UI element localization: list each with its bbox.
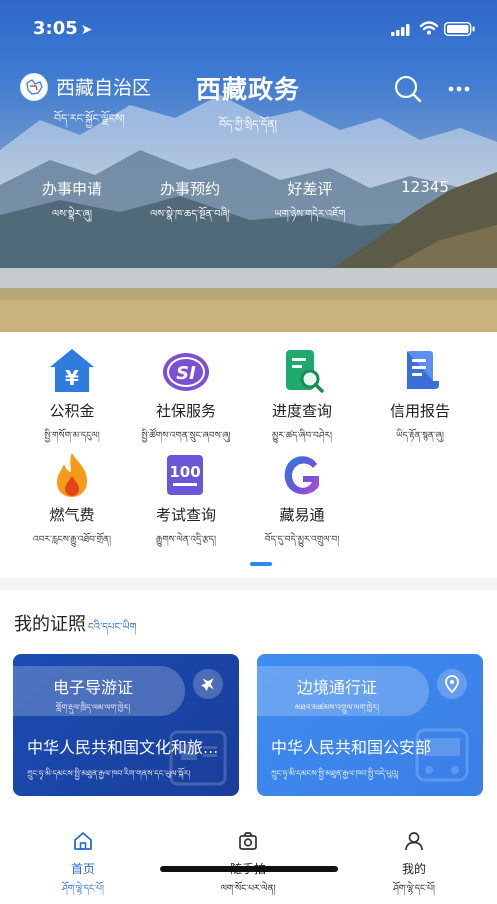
gas-fee-icon (57, 453, 87, 497)
svg-text:100: 100 (169, 463, 200, 481)
location-pin-icon (445, 675, 459, 694)
credit-report-icon (407, 351, 439, 389)
home-indicator (160, 866, 338, 872)
certificate-card-tour-guide[interactable]: 电子导游证 གློག་རྡུལ་ཁྲིད་ལམ་ལག་ཁྱེར། 中华人民共和国… (13, 654, 239, 796)
certificate-issuer: 中华人民共和国公安部 (271, 738, 432, 757)
status-time: 3:05 ➤ (33, 18, 93, 39)
zangyitong-icon (284, 456, 319, 495)
social-security-icon: SI (163, 353, 209, 391)
service-progress-query[interactable]: 进度查询 མྱུར་ཚད་ཞིབ་བཤེར། (247, 346, 357, 451)
svg-text:¥: ¥ (65, 366, 79, 390)
certificate-issuer-tibetan: ཀྲུང་ཧྭ་མི་དམངས་སྤྱི་མཐུན་རྒྱལ་ཁབ་རིག་གན… (27, 769, 191, 778)
person-icon (405, 832, 423, 851)
bottom-tab-bar: 首页 ཤོག་ལྷེ་དང་པོ། 随手拍 ལག་སོང་པར་ལེན། 我的 … (0, 820, 497, 894)
certificate-type-badge (437, 669, 467, 699)
service-credit-report[interactable]: 信用报告 ཡིད་རྟོན་སྙན་ཞུ། (365, 346, 475, 451)
app-title-tibetan: བོད་ཀྱི་སྲིད་དོན། (218, 118, 278, 131)
search-icon (394, 75, 422, 103)
page-indicator (250, 562, 272, 566)
progress-query-icon (286, 350, 324, 393)
status-bar: 3:05 ➤ (0, 0, 497, 58)
service-housing-fund[interactable]: ¥ 公积金 སྤྱི་གསོག་མ་དངུལ། (17, 346, 127, 451)
certificate-issuer-tibetan: ཀྲུང་ཧྭ་མི་དམངས་སྤྱི་མཐུན་རྒྱལ་ཁབ་སྤྱི་བ… (271, 769, 399, 778)
quick-link-appointment[interactable]: 办事预约 ལས་སྣེ་ཁ་ཆད་སྔོན་བཞི། (141, 178, 239, 231)
app-title: 西藏政务 (195, 75, 300, 104)
battery-icon (444, 22, 475, 36)
search-button[interactable] (393, 74, 423, 104)
airplane-icon (200, 678, 214, 692)
region-name-tibetan: བོད་རང་སྐྱོང་ལྗོངས། (54, 112, 125, 125)
tab-home[interactable]: 首页 ཤོག་ལྷེ་དང་པོ། (33, 830, 133, 904)
wifi-icon (419, 21, 439, 35)
home-icon (74, 832, 92, 850)
location-arrow-icon: ➤ (80, 22, 93, 38)
svg-text:SI: SI (176, 363, 196, 384)
quick-link-hotline[interactable]: 12345 (396, 178, 454, 200)
housing-fund-icon: ¥ (50, 349, 94, 392)
service-social-security[interactable]: SI 社保服务 སྤྱི་ཚོགས་འགན་སྲུང་ཞབས་ཞུ། (131, 346, 241, 451)
more-button[interactable] (446, 74, 476, 104)
app-title-block: 西藏政务 བོད་ཀྱི་སྲིད་དོན། (180, 70, 316, 143)
service-exam-query[interactable]: 100 考试查询 རྒྱུགས་ལེན་འདྲི་རྩད། (131, 450, 241, 555)
certificate-type-badge (193, 669, 223, 699)
camera-icon (239, 832, 257, 850)
more-icon (448, 86, 470, 92)
quick-link-review[interactable]: 好差评 ཡག་ཉེས་གདེར་འཇོག (262, 178, 358, 231)
cellular-signal-icon (391, 24, 410, 36)
tab-mine[interactable]: 我的 ཤོག་ལྷེ་དང་པོ། (364, 830, 464, 904)
service-zangyitong[interactable]: 藏易通 བོད་དུ་བདེ་མྱུར་འགྲུལ་བ། (247, 450, 357, 555)
region-logo (20, 73, 48, 101)
service-grid: ¥ 公积金 སྤྱི་གསོག་མ་དངུལ། SI 社保服务 སྤྱི་ཚོག… (0, 332, 497, 572)
service-gas-fee[interactable]: 燃气费 འབར་རླངས་རྒྱུ་འཐོབ་གྲོན། (17, 450, 127, 555)
section-divider (0, 578, 497, 590)
certificate-name-pill: 边境通行证 མཐའ་མཚམས་འགྲུལ་ལག་ཁྱེར། (257, 666, 429, 716)
hero-banner: 3:05 ➤ 西藏自治区 བོད་རང་སྐྱོང་ལྗོངས། 西藏政务 བོ… (0, 0, 497, 332)
region-name: 西藏自治区 (56, 77, 152, 99)
certificate-issuer: 中华人民共和国文化和旅... (27, 738, 219, 757)
exam-query-icon: 100 (167, 455, 203, 495)
certificates-title: 我的证照 ངའི་དཔང་ཡིག (14, 614, 137, 635)
certificate-name-pill: 电子导游证 གློག་རྡུལ་ཁྲིད་ལམ་ལག་ཁྱེར། (13, 666, 185, 716)
certificate-card-border-pass[interactable]: 边境通行证 མཐའ་མཚམས་འགྲུལ་ལག་ཁྱེར། 中华人民共和国公安部… (257, 654, 483, 796)
quick-link-apply[interactable]: 办事申请 ལས་སྣེར་ཞུ། (34, 178, 110, 231)
